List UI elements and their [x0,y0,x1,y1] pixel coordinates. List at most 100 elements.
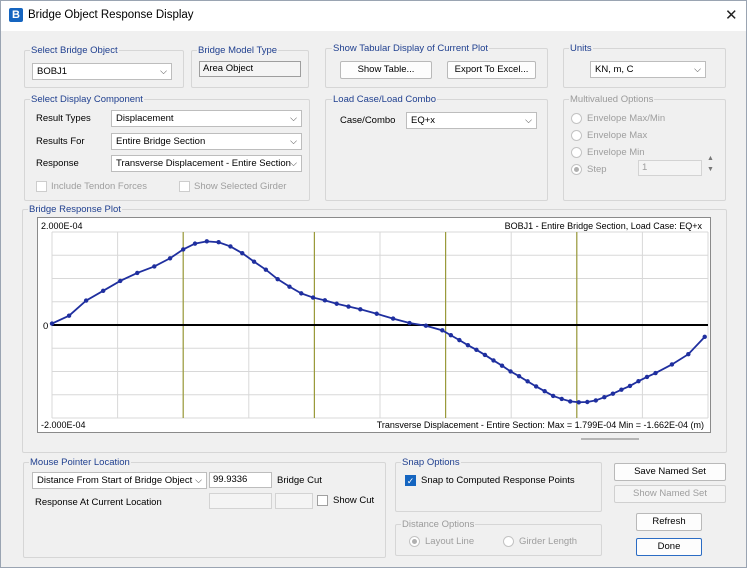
units-title: Units [569,43,593,54]
data-point [167,256,173,261]
data-point [135,270,140,276]
data-point [559,396,564,402]
envelope-maxmin-radio[interactable] [571,113,582,124]
data-point [204,239,210,244]
window-title: Bridge Object Response Display [28,9,194,21]
step-radio[interactable] [571,164,582,175]
response-chart: 2.000E-04 -2.000E-04 BOBJ1 - Entire Brid… [41,221,709,430]
step-field[interactable]: 1 [638,160,702,176]
results-for-select[interactable]: Entire Bridge Section ⌵ [111,133,302,150]
data-point [457,337,462,343]
data-point [390,316,396,321]
chevron-down-icon: ⌵ [290,136,297,146]
data-point [346,304,351,309]
data-point [525,379,530,384]
spin-down-icon[interactable]: ▼ [707,166,714,173]
data-point [482,352,488,358]
units-select[interactable]: KN, m, C ⌵ [590,61,706,78]
results-for-value: Entire Bridge Section [116,136,206,147]
data-point [275,276,280,282]
envelope-maxmin-label: Envelope Max/Min [587,113,666,124]
response-value: Transverse Displacement - Entire Section [116,158,291,169]
step-label: Step [587,164,607,175]
data-point [287,284,292,289]
bridge-cut-label: Bridge Cut [277,475,322,486]
data-point [533,384,539,389]
data-point [686,352,691,357]
data-point [465,342,471,348]
case-combo-value: EQ+x [411,115,436,126]
spin-up-icon[interactable]: ▲ [707,155,714,162]
data-point [644,374,650,380]
bridge-object-title: Select Bridge Object [30,45,119,56]
data-point [576,400,581,405]
bridge-object-select[interactable]: BOBJ1 ⌵ [32,63,172,80]
distance-options-title: Distance Options [401,519,476,530]
data-point [310,295,316,300]
snap-checkbox[interactable]: ✓ [405,475,416,486]
envelope-min-radio[interactable] [571,147,582,158]
plot-scrollbar[interactable] [581,438,639,440]
girder-length-label: Girder Length [519,536,578,547]
display-component-title: Select Display Component [30,94,144,105]
show-named-set-button[interactable]: Show Named Set [614,485,726,503]
data-point [636,379,641,384]
show-cut-label: Show Cut [333,495,375,506]
data-point [499,363,505,368]
data-point [216,240,221,245]
data-point [669,362,675,367]
data-point [516,373,522,379]
refresh-button[interactable]: Refresh [636,513,702,531]
model-type-title: Bridge Model Type [197,45,279,56]
chart-title: BOBJ1 - Entire Bridge Section, Load Case… [505,221,703,231]
show-table-button[interactable]: Show Table... [340,61,432,79]
response-curve [51,240,706,404]
plot-title: Bridge Response Plot [28,204,122,215]
response-unit-field [275,493,313,509]
data-point [627,383,633,389]
data-point [440,328,445,333]
distance-number-field[interactable]: 99.9336 [209,472,272,488]
show-girder-label: Show Selected Girder [194,181,287,192]
response-select[interactable]: Transverse Displacement - Entire Section… [111,155,302,172]
show-girder-checkbox[interactable] [179,181,190,192]
envelope-max-label: Envelope Max [587,130,648,141]
include-tendon-checkbox[interactable] [36,181,47,192]
result-types-select[interactable]: Displacement ⌵ [111,110,302,127]
snap-group [395,462,602,512]
case-combo-select[interactable]: EQ+x ⌵ [406,112,537,129]
y-min-label: -2.000E-04 [41,420,86,430]
envelope-max-radio[interactable] [571,130,582,141]
multivalued-title: Multivalued Options [569,94,655,105]
data-point [702,334,707,340]
girder-length-radio[interactable] [503,536,514,547]
data-point [192,241,198,246]
layout-line-radio[interactable] [409,536,420,547]
data-point [585,399,590,405]
data-point [322,298,328,303]
show-cut-checkbox[interactable] [317,495,328,506]
y-zero-label: 0 [43,321,49,332]
save-named-set-button[interactable]: Save Named Set [614,463,726,481]
data-point [49,321,55,326]
app-logo-icon: B [9,8,23,22]
snap-label: Snap to Computed Response Points [421,475,575,486]
data-point [619,387,624,392]
data-point [240,250,245,256]
data-point [423,323,429,328]
close-icon[interactable]: ✕ [725,6,738,24]
chart-footer: Transverse Displacement - Entire Section… [377,420,704,430]
export-excel-button[interactable]: Export To Excel... [447,61,536,79]
data-point [653,370,658,376]
chevron-down-icon: ⌵ [525,115,532,125]
envelope-min-label: Envelope Min [587,147,645,158]
data-point [334,301,339,306]
data-point [407,320,412,326]
response-at-label: Response At Current Location [35,497,162,508]
done-button[interactable]: Done [636,538,702,556]
distance-select[interactable]: Distance From Start of Bridge Object ⌵ [32,472,207,489]
chevron-down-icon: ⌵ [290,113,297,123]
response-plot-area[interactable]: 2.000E-04 -2.000E-04 BOBJ1 - Entire Brid… [37,217,711,433]
bridge-object-value: BOBJ1 [37,66,68,77]
result-types-label: Result Types [36,113,91,124]
